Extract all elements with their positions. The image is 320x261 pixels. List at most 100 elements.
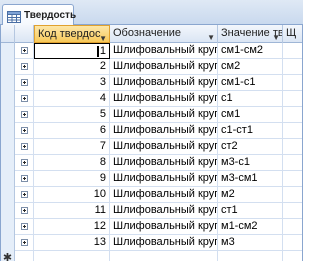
cell-next[interactable] — [283, 203, 302, 219]
cell-oboznachenie[interactable]: Шлифовальный круг — [110, 123, 218, 139]
expand-cell[interactable] — [15, 219, 34, 235]
cell-next[interactable] — [283, 139, 302, 155]
chevron-down-icon[interactable]: ▼ — [99, 30, 107, 42]
cell-znachenie[interactable]: см1 — [218, 107, 283, 123]
new-record-cell[interactable] — [34, 251, 110, 261]
cell-kod[interactable]: 8 — [34, 155, 110, 171]
cell-znachenie[interactable]: ст2 — [218, 139, 283, 155]
expand-plus-icon[interactable] — [20, 239, 28, 246]
expand-plus-icon[interactable] — [20, 207, 28, 214]
record-selector[interactable] — [1, 139, 15, 155]
cell-znachenie[interactable]: ст1 — [218, 203, 283, 219]
cell-znachenie[interactable]: м2 — [218, 187, 283, 203]
cell-next[interactable] — [283, 187, 302, 203]
cell-next[interactable] — [283, 219, 302, 235]
record-selector[interactable] — [1, 171, 15, 187]
cell-kod[interactable]: 11 — [34, 203, 110, 219]
expand-plus-icon[interactable] — [20, 63, 28, 70]
table-row[interactable]: 7 Шлифовальный круг ст2 — [1, 139, 302, 155]
cell-znachenie[interactable]: см2 — [218, 59, 283, 75]
cell-oboznachenie[interactable]: Шлифовальный круг — [110, 43, 218, 59]
cell-oboznachenie[interactable]: Шлифовальный круг — [110, 59, 218, 75]
table-row[interactable]: 5 Шлифовальный круг см1 — [1, 107, 302, 123]
expand-cell[interactable] — [15, 203, 34, 219]
cell-oboznachenie[interactable]: Шлифовальный круг — [110, 107, 218, 123]
record-selector[interactable] — [1, 235, 15, 251]
cell-oboznachenie[interactable]: Шлифовальный круг — [110, 235, 218, 251]
cell-oboznachenie[interactable]: Шлифовальный круг — [110, 219, 218, 235]
cell-next[interactable] — [283, 171, 302, 187]
cell-next[interactable] — [283, 75, 302, 91]
cell-next[interactable] — [283, 43, 302, 59]
chevron-down-icon[interactable]: ▼ — [272, 29, 280, 43]
table-row[interactable]: 2 Шлифовальный круг см2 — [1, 59, 302, 75]
record-selector[interactable] — [1, 219, 15, 235]
cell-next[interactable] — [283, 91, 302, 107]
record-selector[interactable] — [1, 203, 15, 219]
record-selector[interactable] — [1, 43, 15, 59]
expand-plus-icon[interactable] — [20, 111, 28, 118]
record-selector[interactable] — [1, 187, 15, 203]
expand-plus-icon[interactable] — [20, 95, 28, 102]
cell-oboznachenie[interactable]: Шлифовальный круг — [110, 91, 218, 107]
cell-next[interactable] — [283, 235, 302, 251]
expand-cell[interactable] — [15, 235, 34, 251]
table-row[interactable]: 13 Шлифовальный круг м3 — [1, 235, 302, 251]
expand-plus-icon[interactable] — [20, 175, 28, 182]
record-selector[interactable] — [1, 155, 15, 171]
cell-kod[interactable]: 6 — [34, 123, 110, 139]
tab-tverdost[interactable]: Твердость — [2, 4, 76, 26]
new-record-cell[interactable] — [218, 251, 283, 261]
cell-next[interactable] — [283, 107, 302, 123]
expand-cell[interactable] — [15, 171, 34, 187]
record-selector[interactable] — [1, 107, 15, 123]
expand-plus-icon[interactable] — [20, 47, 28, 54]
table-row[interactable]: 9 Шлифовальный круг м3-см1 — [1, 171, 302, 187]
cell-kod[interactable]: 12 — [34, 219, 110, 235]
expand-cell[interactable] — [15, 91, 34, 107]
cell-kod[interactable]: 9 — [34, 171, 110, 187]
expand-plus-icon[interactable] — [20, 143, 28, 150]
new-record-cell[interactable] — [15, 251, 34, 261]
table-row[interactable]: 10 Шлифовальный круг м2 — [1, 187, 302, 203]
column-header-oboznachenie[interactable]: Обозначение ▼ — [110, 25, 218, 43]
cell-next[interactable] — [283, 59, 302, 75]
column-header-next[interactable]: Щ — [283, 25, 302, 43]
new-record-cell[interactable] — [283, 251, 302, 261]
expand-plus-icon[interactable] — [20, 127, 28, 134]
cell-znachenie[interactable]: с1-ст1 — [218, 123, 283, 139]
cell-oboznachenie[interactable]: Шлифовальный круг — [110, 139, 218, 155]
record-selector[interactable] — [1, 59, 15, 75]
select-all-corner[interactable] — [1, 25, 15, 43]
expand-cell[interactable] — [15, 123, 34, 139]
chevron-down-icon[interactable]: ▼ — [207, 29, 215, 43]
cell-znachenie[interactable]: с1 — [218, 91, 283, 107]
cell-oboznachenie[interactable]: Шлифовальный круг — [110, 203, 218, 219]
expand-cell[interactable] — [15, 107, 34, 123]
cell-kod[interactable]: 5 — [34, 107, 110, 123]
expand-cell[interactable] — [15, 59, 34, 75]
cell-oboznachenie[interactable]: Шлифовальный круг — [110, 187, 218, 203]
cell-oboznachenie[interactable]: Шлифовальный круг — [110, 75, 218, 91]
table-row[interactable]: 4 Шлифовальный круг с1 — [1, 91, 302, 107]
expand-plus-icon[interactable] — [20, 79, 28, 86]
table-row[interactable]: 3 Шлифовальный круг см1-с1 — [1, 75, 302, 91]
cell-kod[interactable]: 4 — [34, 91, 110, 107]
cell-oboznachenie[interactable]: Шлифовальный круг — [110, 171, 218, 187]
table-row[interactable]: 6 Шлифовальный круг с1-ст1 — [1, 123, 302, 139]
new-record-selector[interactable]: ✱ — [1, 251, 15, 261]
new-record-row[interactable]: ✱ — [1, 251, 302, 261]
cell-kod[interactable]: 3 — [34, 75, 110, 91]
expand-plus-icon[interactable] — [20, 159, 28, 166]
cell-znachenie[interactable]: м3 — [218, 235, 283, 251]
cell-znachenie[interactable]: м1-см2 — [218, 219, 283, 235]
cell-kod[interactable]: 7 — [34, 139, 110, 155]
column-header-expand[interactable] — [15, 25, 34, 43]
column-header-kod[interactable]: Код твердос ▼ — [34, 25, 110, 43]
cell-next[interactable] — [283, 123, 302, 139]
expand-cell[interactable] — [15, 43, 34, 59]
expand-plus-icon[interactable] — [20, 223, 28, 230]
expand-plus-icon[interactable] — [20, 191, 28, 198]
record-selector[interactable] — [1, 91, 15, 107]
cell-znachenie[interactable]: м3-см1 — [218, 171, 283, 187]
